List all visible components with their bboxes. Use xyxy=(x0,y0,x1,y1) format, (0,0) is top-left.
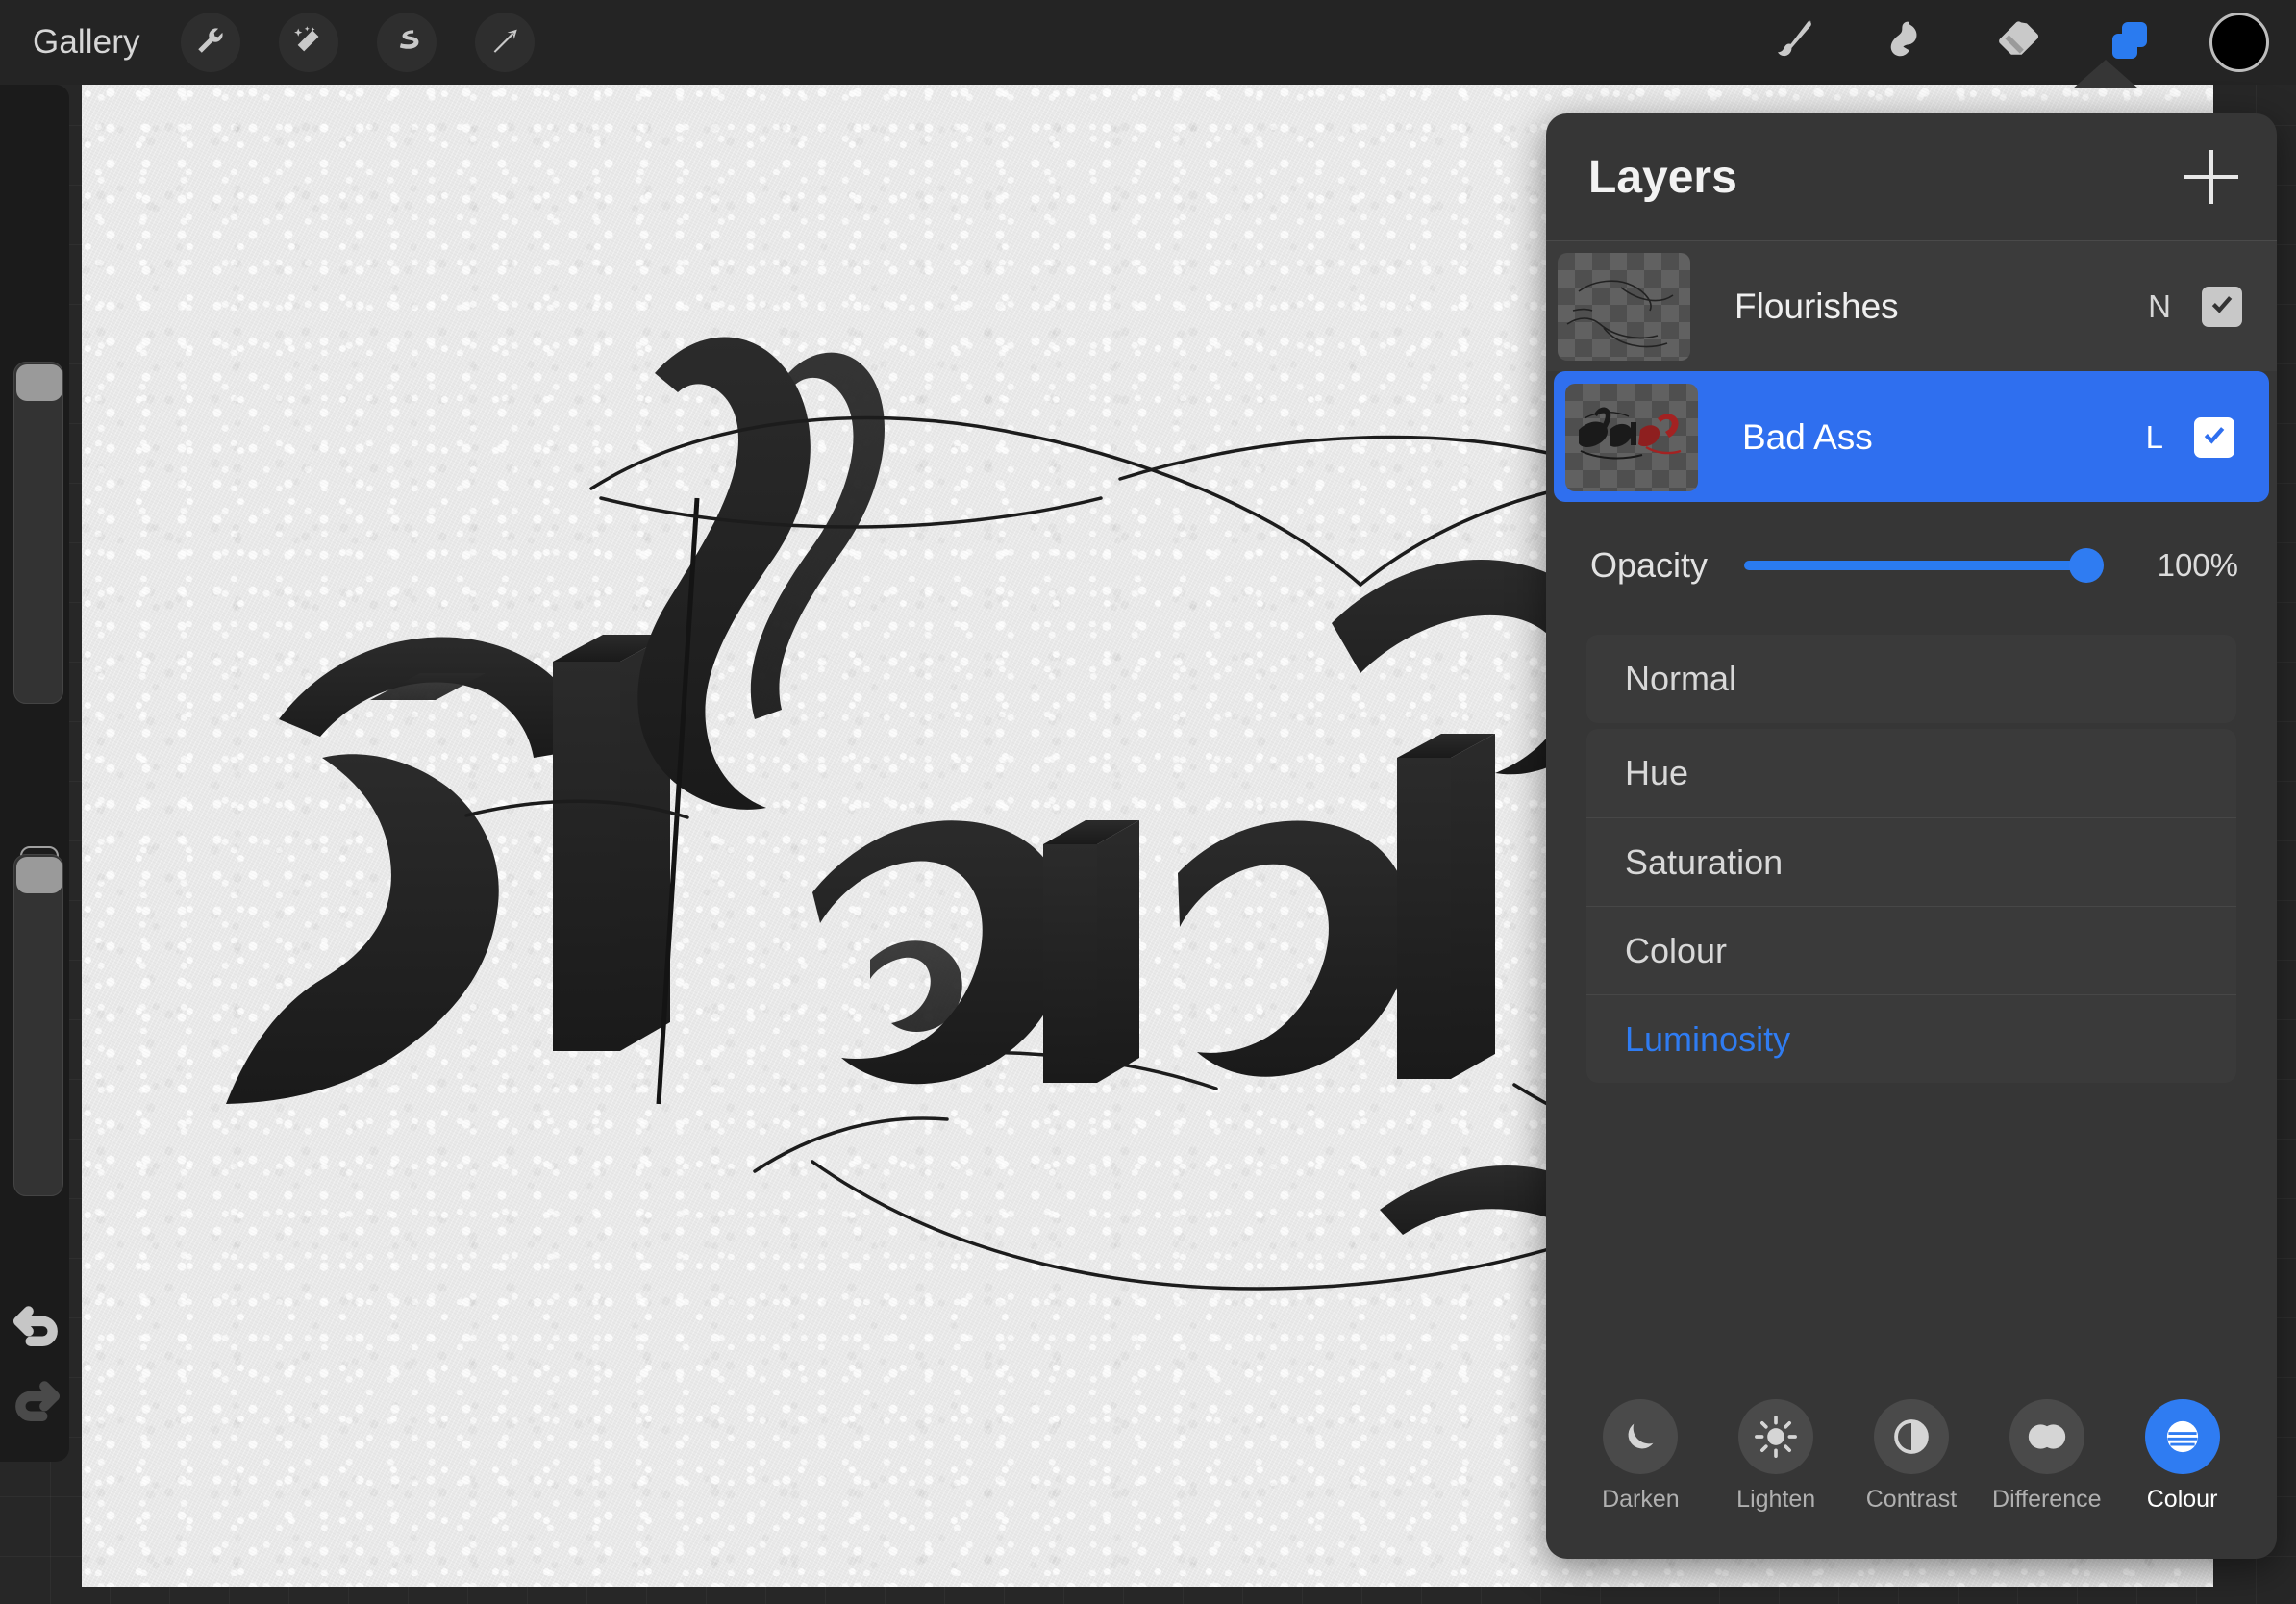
striped-circle-icon xyxy=(2144,1398,2220,1474)
blend-category-label: Colour xyxy=(2146,1485,2218,1513)
blend-mode-hue[interactable]: Hue xyxy=(1586,729,2236,817)
undo-button[interactable] xyxy=(10,1298,63,1352)
actions-button[interactable] xyxy=(180,13,240,72)
blend-category-label: Contrast xyxy=(1865,1485,1958,1513)
procreate-app: Gallery Layers Flourishes N Bad Ass L Op… xyxy=(0,0,2296,1604)
blend-mode-colour[interactable]: Colour xyxy=(1586,906,2236,994)
blend-category-colour[interactable]: Colour xyxy=(2127,1398,2238,1514)
layer-thumbnail xyxy=(1558,252,1690,361)
thumbnail-artwork xyxy=(1579,407,1682,459)
left-sidebar xyxy=(0,85,69,1462)
sun-icon xyxy=(1738,1398,1814,1474)
layer-visibility-checkbox[interactable] xyxy=(2194,416,2234,458)
two-circles-icon xyxy=(2009,1398,2084,1474)
check-icon xyxy=(2209,291,2234,321)
layer-blend-letter[interactable]: N xyxy=(2148,288,2171,325)
eraser-icon xyxy=(1995,17,2041,68)
layer-visibility-checkbox[interactable] xyxy=(2202,286,2242,327)
redo-arrow-icon xyxy=(12,1374,61,1427)
panel-title: Layers xyxy=(1588,151,1737,203)
erase-button[interactable] xyxy=(1986,11,2050,74)
smudge-button[interactable] xyxy=(1875,11,1938,74)
brush-size-slider[interactable] xyxy=(13,362,63,704)
blend-mode-normal[interactable]: Normal xyxy=(1586,635,2236,723)
check-icon xyxy=(2202,422,2227,452)
blend-mode-luminosity[interactable]: Luminosity xyxy=(1586,994,2236,1083)
blend-mode-group-primary: Normal xyxy=(1586,635,2236,723)
blend-category-contrast[interactable]: Contrast xyxy=(1856,1398,1967,1514)
layers-panel-header: Layers xyxy=(1546,113,2277,240)
left-tool-group xyxy=(180,13,535,72)
thumbnail-artwork xyxy=(1566,279,1674,347)
blend-category-bar: Darken Lighten Contrast Difference Colou… xyxy=(1546,1366,2277,1559)
layer-row[interactable]: Bad Ass L xyxy=(1554,371,2269,502)
paint-button[interactable] xyxy=(1763,11,1827,74)
transform-arrow-icon xyxy=(488,24,521,62)
layers-panel: Layers Flourishes N Bad Ass L Opacity 10… xyxy=(1546,113,2277,1559)
blend-category-darken[interactable]: Darken xyxy=(1585,1398,1696,1514)
blend-category-label: Difference xyxy=(1992,1485,2102,1513)
opacity-slider-fill xyxy=(1744,548,2104,583)
gallery-button[interactable]: Gallery xyxy=(33,23,140,62)
selection-button[interactable] xyxy=(376,13,437,72)
opacity-control: Opacity 100% xyxy=(1546,502,2277,629)
magic-wand-icon xyxy=(292,24,325,62)
blend-category-lighten[interactable]: Lighten xyxy=(1720,1398,1832,1514)
half-circle-icon xyxy=(1873,1398,1949,1474)
layer-name: Bad Ass xyxy=(1742,416,1873,457)
moon-icon xyxy=(1603,1398,1679,1474)
opacity-slider[interactable] xyxy=(1744,548,2104,583)
blend-category-difference[interactable]: Difference xyxy=(1991,1398,2103,1514)
opacity-slider-knob[interactable] xyxy=(2069,548,2104,583)
layer-list: Flourishes N Bad Ass L xyxy=(1546,240,2277,502)
opacity-value: 100% xyxy=(2157,547,2238,583)
wrench-icon xyxy=(194,24,227,62)
blend-mode-saturation[interactable]: Saturation xyxy=(1586,817,2236,906)
blend-mode-group-colour: Hue Saturation Colour Luminosity xyxy=(1586,729,2236,1083)
brush-size-handle[interactable] xyxy=(16,364,62,401)
brush-opacity-slider[interactable] xyxy=(13,854,63,1196)
panel-pointer-triangle xyxy=(2073,60,2138,88)
selection-s-icon xyxy=(390,24,423,62)
opacity-label: Opacity xyxy=(1590,545,1709,585)
color-swatch-button[interactable] xyxy=(2209,13,2269,72)
blend-category-label: Darken xyxy=(1602,1485,1680,1513)
top-toolbar: Gallery xyxy=(0,0,2296,85)
right-tool-group xyxy=(1763,0,2269,85)
blend-category-label: Lighten xyxy=(1736,1485,1816,1513)
adjustments-button[interactable] xyxy=(278,13,338,72)
redo-button[interactable] xyxy=(10,1373,63,1427)
add-layer-button[interactable] xyxy=(2184,150,2238,204)
layer-thumbnail xyxy=(1565,383,1698,491)
layer-row[interactable]: Flourishes N xyxy=(1546,240,2277,371)
paintbrush-icon xyxy=(1772,17,1818,68)
layer-name: Flourishes xyxy=(1734,286,1899,326)
smudge-finger-icon xyxy=(1884,17,1930,68)
transform-button[interactable] xyxy=(474,13,535,72)
layer-blend-letter[interactable]: L xyxy=(2146,419,2163,456)
brush-opacity-handle[interactable] xyxy=(16,857,62,893)
undo-arrow-icon xyxy=(12,1299,61,1352)
